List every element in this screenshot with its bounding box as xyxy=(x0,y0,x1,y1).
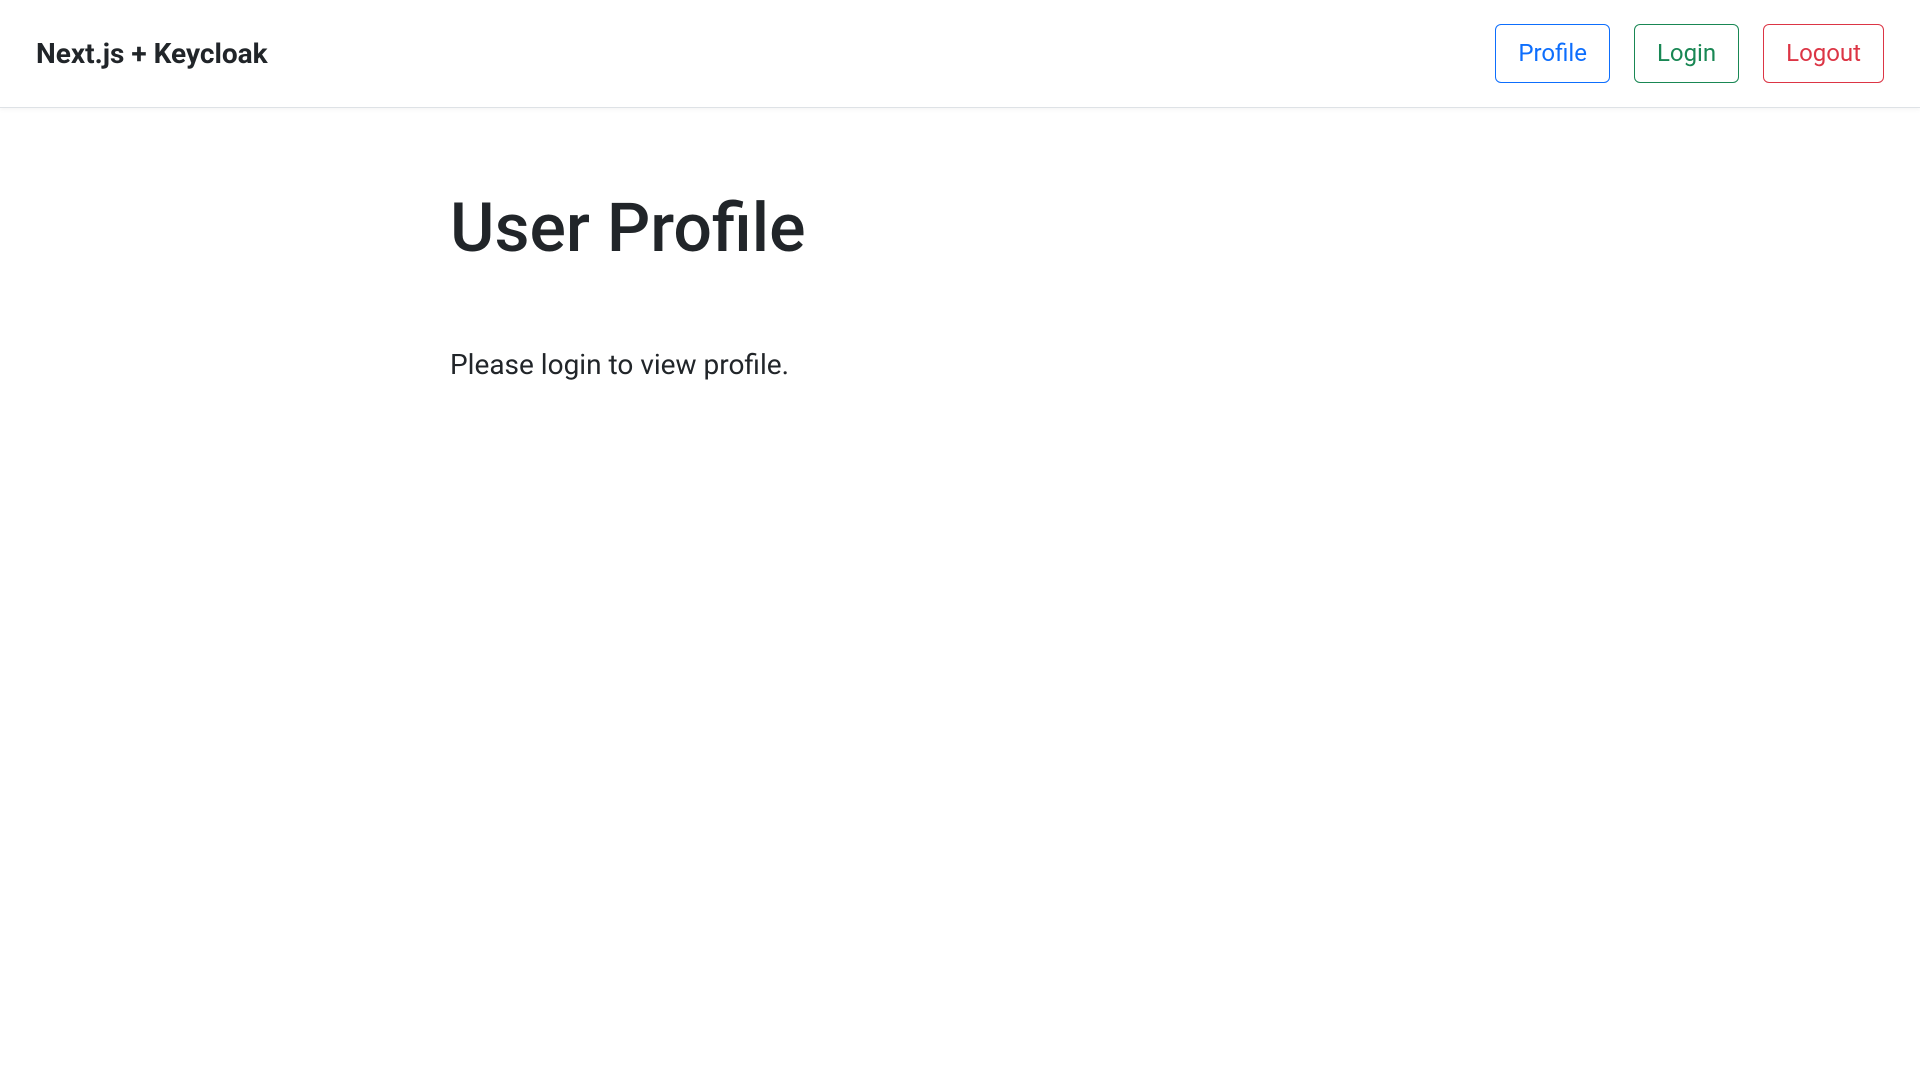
main-content: User Profile Please login to view profil… xyxy=(430,108,1490,441)
login-button[interactable]: Login xyxy=(1634,24,1739,83)
profile-button[interactable]: Profile xyxy=(1495,24,1610,83)
page-title: User Profile xyxy=(450,188,1470,268)
login-message: Please login to view profile. xyxy=(450,348,1470,381)
brand-title: Next.js + Keycloak xyxy=(36,37,268,70)
logout-button[interactable]: Logout xyxy=(1763,24,1884,83)
navbar: Next.js + Keycloak Profile Login Logout xyxy=(0,0,1920,108)
nav-buttons: Profile Login Logout xyxy=(1495,24,1884,83)
